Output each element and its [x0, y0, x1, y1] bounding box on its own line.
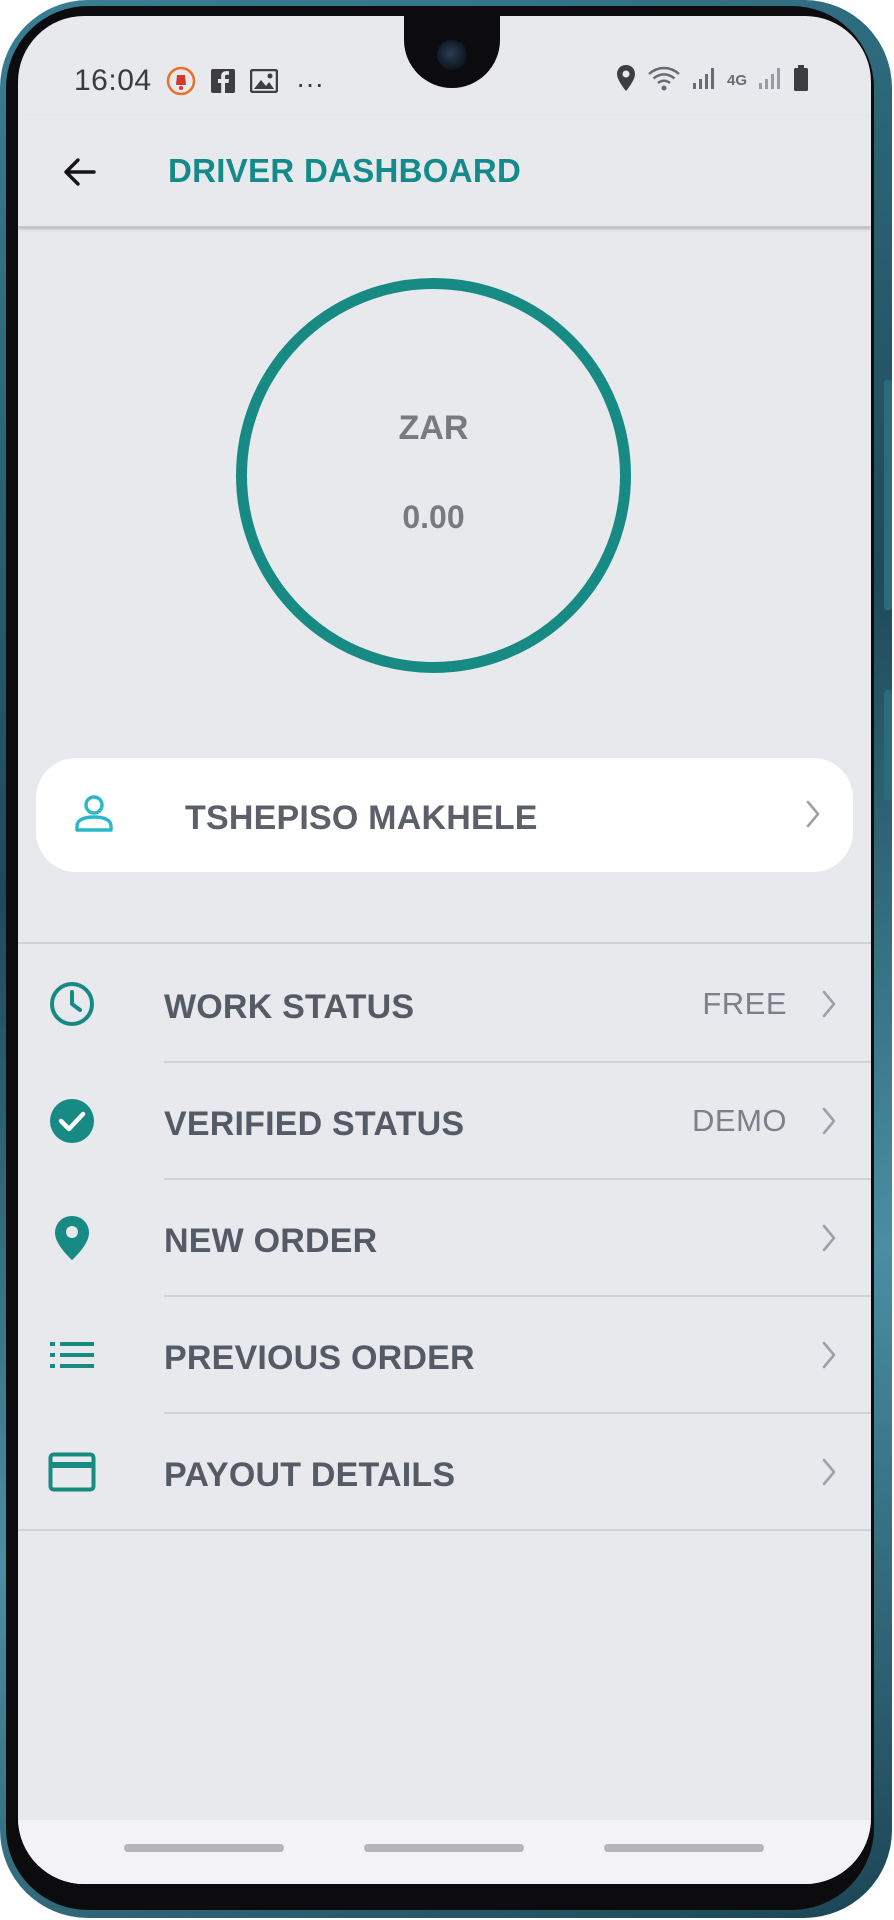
home-button[interactable]	[364, 1844, 524, 1852]
balance-ring: ZAR 0.00	[236, 278, 631, 673]
chevron-right-icon	[803, 798, 823, 835]
chevron-right-icon	[819, 988, 839, 1025]
balance-amount: 0.00	[402, 499, 465, 535]
battery-icon	[793, 64, 809, 97]
chevron-right-icon	[819, 1222, 839, 1259]
wifi-icon	[647, 64, 681, 97]
back-nav-button[interactable]	[604, 1844, 764, 1852]
menu-item-new-order[interactable]: NEW ORDER	[18, 1178, 871, 1295]
verified-status-value: DEMO	[692, 1103, 787, 1138]
list-icon	[48, 1331, 96, 1379]
more-notifications-icon: ···	[296, 67, 324, 99]
signal-icon-2	[757, 65, 783, 96]
arrow-left-icon	[64, 158, 96, 186]
check-circle-icon	[48, 1097, 96, 1145]
page-title: DRIVER DASHBOARD	[168, 152, 522, 189]
profile-card[interactable]: TSHEPISO MAKHELE	[36, 758, 853, 872]
chevron-right-icon	[819, 1105, 839, 1142]
profile-name: TSHEPISO MAKHELE	[185, 799, 538, 837]
menu-item-label: VERIFIED STATUS	[164, 1105, 465, 1143]
phone-frame: 16:04 ··· 4G DRIVER DASHBOARD ZAR 0.00 T…	[0, 0, 892, 1918]
clock-icon	[48, 980, 96, 1028]
menu-item-label: PAYOUT DETAILS	[164, 1456, 456, 1494]
menu-list: WORK STATUS FREE VERIFIED STATUS DEMO NE…	[18, 942, 871, 1531]
balance-currency: ZAR	[398, 409, 469, 447]
screen: 16:04 ··· 4G DRIVER DASHBOARD ZAR 0.00 T…	[18, 16, 871, 1884]
camera-notch	[404, 16, 500, 88]
menu-item-verified-status[interactable]: VERIFIED STATUS DEMO	[18, 1061, 871, 1178]
front-camera	[437, 40, 467, 70]
chevron-right-icon	[819, 1456, 839, 1493]
chevron-right-icon	[819, 1339, 839, 1376]
work-status-value: FREE	[702, 986, 787, 1021]
location-pin-icon	[48, 1214, 96, 1262]
menu-item-label: PREVIOUS ORDER	[164, 1339, 475, 1377]
person-icon	[72, 792, 116, 841]
status-time: 16:04	[74, 64, 152, 97]
location-icon	[615, 64, 637, 97]
volume-button	[884, 380, 892, 610]
app-bar: DRIVER DASHBOARD	[18, 116, 871, 227]
network-type-label: 4G	[726, 71, 747, 89]
facebook-icon	[210, 68, 236, 99]
recents-button[interactable]	[124, 1844, 284, 1852]
system-nav-bar	[18, 1820, 871, 1884]
alert-app-icon	[166, 66, 196, 101]
system-status-icons: 4G	[615, 64, 809, 97]
power-button	[884, 690, 892, 800]
menu-item-label: NEW ORDER	[164, 1222, 378, 1260]
status-bar: 16:04 ··· 4G	[18, 16, 871, 116]
menu-item-label: WORK STATUS	[164, 988, 415, 1026]
notification-icons: ···	[166, 66, 324, 101]
menu-item-payout-details[interactable]: PAYOUT DETAILS	[18, 1412, 871, 1529]
menu-item-work-status[interactable]: WORK STATUS FREE	[18, 944, 871, 1061]
signal-icon	[691, 65, 717, 96]
gallery-icon	[249, 68, 279, 98]
back-button[interactable]	[52, 144, 108, 200]
menu-item-previous-order[interactable]: PREVIOUS ORDER	[18, 1295, 871, 1412]
credit-card-icon	[48, 1448, 96, 1496]
